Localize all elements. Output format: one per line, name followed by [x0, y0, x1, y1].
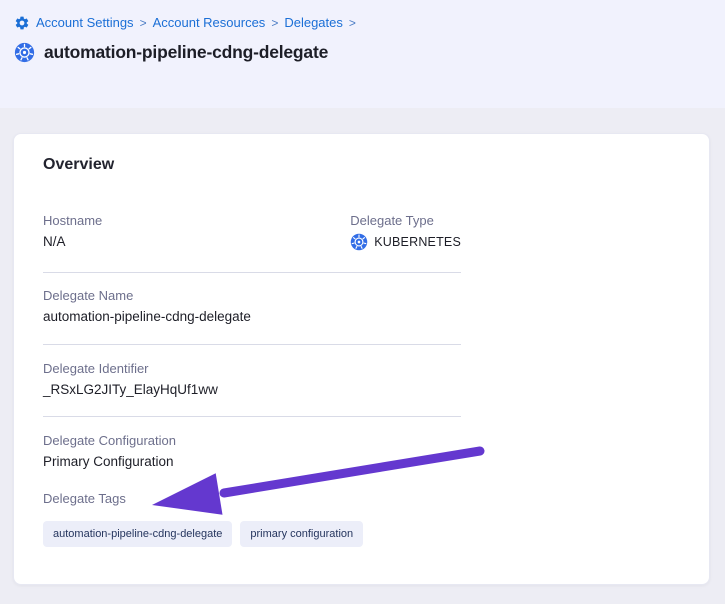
delegate-identifier-label: Delegate Identifier [43, 360, 461, 378]
breadcrumb-separator: > [349, 15, 356, 31]
field-delegate-identifier: Delegate Identifier _RSxLG2JITy_ElayHqUf… [43, 345, 461, 417]
page-title-row: automation-pipeline-cdng-delegate [14, 42, 725, 63]
field-hostname: Hostname N/A [43, 212, 350, 252]
delegate-configuration-label: Delegate Configuration [43, 432, 461, 450]
delegate-tag-chip: primary configuration [240, 521, 363, 547]
breadcrumb-account-resources[interactable]: Account Resources [153, 15, 266, 31]
delegate-name-label: Delegate Name [43, 287, 461, 305]
delegate-identifier-value: _RSxLG2JITy_ElayHqUf1ww [43, 380, 461, 400]
hostname-type-row: Hostname N/A Delegate Type [43, 212, 461, 273]
delegate-name-value: automation-pipeline-cdng-delegate [43, 307, 461, 327]
delegate-tags-list: automation-pipeline-cdng-delegate primar… [43, 521, 461, 547]
delegate-configuration-value: Primary Configuration [43, 452, 461, 472]
field-delegate-type: Delegate Type [350, 212, 461, 252]
delegate-details-page: Account Settings > Account Resources > D… [0, 0, 725, 108]
page-title: automation-pipeline-cdng-delegate [44, 42, 328, 63]
kubernetes-icon [14, 42, 35, 63]
breadcrumb-separator: > [140, 15, 147, 31]
field-delegate-tags: Delegate Tags automation-pipeline-cdng-d… [43, 490, 461, 547]
delegate-type-text: KUBERNETES [374, 232, 461, 252]
delegate-tag-chip: automation-pipeline-cdng-delegate [43, 521, 232, 547]
delegate-type-label: Delegate Type [350, 212, 461, 230]
overview-heading: Overview [43, 156, 709, 174]
gear-icon [14, 15, 30, 31]
breadcrumb: Account Settings > Account Resources > D… [14, 15, 725, 31]
page-header: Account Settings > Account Resources > D… [0, 0, 725, 108]
breadcrumb-account-settings[interactable]: Account Settings [36, 15, 134, 31]
delegate-type-value: KUBERNETES [350, 232, 461, 252]
field-delegate-name: Delegate Name automation-pipeline-cdng-d… [43, 273, 461, 345]
delegate-tags-label: Delegate Tags [43, 490, 461, 508]
overview-card: Overview Hostname N/A Delegate Type [13, 133, 710, 585]
breadcrumb-delegates[interactable]: Delegates [284, 15, 343, 31]
kubernetes-icon [350, 233, 368, 251]
field-delegate-configuration: Delegate Configuration Primary Configura… [43, 417, 461, 472]
hostname-value: N/A [43, 232, 350, 252]
hostname-label: Hostname [43, 212, 350, 230]
breadcrumb-separator: > [271, 15, 278, 31]
overview-content: Hostname N/A Delegate Type [43, 212, 461, 547]
